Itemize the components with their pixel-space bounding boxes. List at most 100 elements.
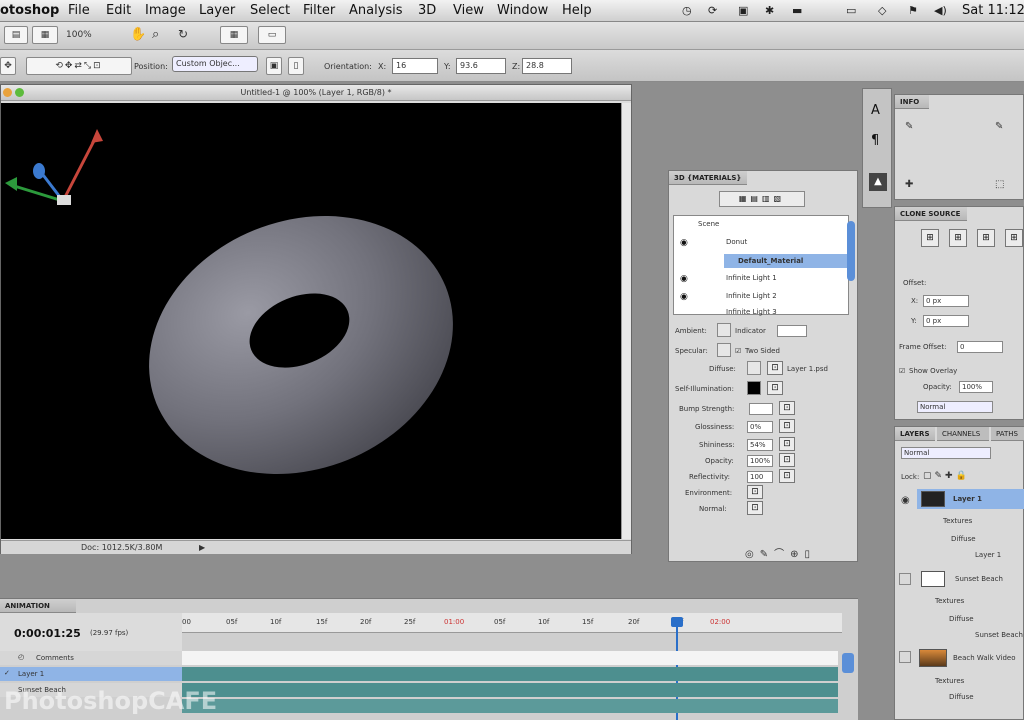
wifi-icon[interactable]: ◇ [878, 4, 886, 17]
menu-select[interactable]: Select [250, 3, 290, 18]
menu-image[interactable]: Image [145, 3, 186, 18]
stopwatch-icon[interactable]: ◴ [18, 653, 24, 661]
diffuse-texture-icon[interactable]: ⊡ [767, 361, 783, 375]
channels-tab[interactable]: CHANNELS [937, 427, 989, 441]
shininess-field[interactable]: 54% [747, 439, 773, 451]
position-select[interactable]: Custom Objec... [172, 56, 258, 72]
time-ruler[interactable]: 00 05f 10f 15f 20f 25f 01:00 05f 10f 15f… [182, 613, 842, 633]
playhead-handle[interactable] [671, 617, 683, 627]
screen-mode-icon[interactable]: ▭ [258, 26, 286, 44]
hand-tool-icon[interactable]: ✋ [130, 27, 146, 42]
lock-buttons[interactable]: ▢✎✚🔒 [923, 471, 970, 481]
tree-donut[interactable]: Donut [726, 238, 747, 246]
opacity-field[interactable]: 100% [747, 455, 773, 467]
ambient-swatch[interactable] [717, 323, 731, 337]
visibility-eye-icon[interactable]: ◉ [901, 495, 910, 506]
tree-default-material[interactable]: Default_Material [724, 254, 848, 268]
battery-icon[interactable]: ▭ [846, 4, 856, 17]
menu-layer[interactable]: Layer [199, 3, 235, 18]
orientation-z-input[interactable]: 28.8 [522, 58, 572, 74]
menu-3d[interactable]: 3D [418, 3, 436, 18]
layer-row-layer-1[interactable]: Layer 1 [917, 489, 1024, 509]
materials-footer-icons[interactable]: ◎✎⌒⊕▯ [745, 545, 855, 560]
clone-source-tab[interactable]: CLONE SOURCE [895, 207, 967, 221]
bump-texture-icon[interactable]: ⊡ [779, 401, 795, 415]
menu-window[interactable]: Window [497, 3, 548, 18]
orientation-y-input[interactable]: 93.6 [456, 58, 506, 74]
document-canvas[interactable] [1, 103, 621, 539]
delete-position-icon[interactable]: ▯ [288, 57, 304, 75]
beach-walk-duration-bar[interactable] [182, 699, 838, 713]
self-illumination-swatch[interactable] [747, 381, 761, 395]
show-overlay-checkbox[interactable]: ☑ [899, 367, 905, 375]
frame-offset-input[interactable]: 0 [957, 341, 1003, 353]
canvas-scrollbar[interactable] [621, 103, 631, 539]
expand-arrow-icon[interactable]: ✓ [4, 669, 10, 677]
zoom-level[interactable]: 100% [66, 30, 92, 40]
clone-source-3-button[interactable]: ⊞ [977, 229, 995, 247]
sync-icon[interactable]: ⟳ [708, 4, 717, 17]
materials-tab[interactable]: 3D {MATERIALS} [669, 171, 747, 185]
volume-icon[interactable]: ◀) [934, 4, 947, 17]
opacity-texture-icon[interactable]: ⊡ [779, 453, 795, 467]
3d-panel-icon[interactable]: ▲ [869, 173, 887, 191]
visibility-eye-icon[interactable]: ◉ [680, 238, 688, 248]
status-arrow-icon[interactable]: ▶ [199, 541, 205, 555]
menu-help[interactable]: Help [562, 3, 592, 18]
app-menu[interactable]: otoshop [0, 3, 59, 18]
tree-light-2[interactable]: Infinite Light 2 [726, 292, 777, 300]
bluetooth-icon[interactable]: ✱ [765, 4, 774, 17]
screen-icon[interactable]: ▣ [738, 4, 748, 17]
comments-lane[interactable] [182, 651, 838, 665]
visibility-eye-icon[interactable]: ◉ [680, 274, 688, 284]
environment-texture-icon[interactable]: ⊡ [747, 485, 763, 499]
clone-source-1-button[interactable]: ⊞ [921, 229, 939, 247]
layer-name[interactable]: Sunset Beach [955, 575, 1003, 583]
info-tab[interactable]: INFO [895, 95, 929, 109]
zoom-tool-icon[interactable]: ⌕ [152, 27, 159, 42]
torus-render[interactable] [1, 103, 621, 539]
layer-row-beach-walk-video[interactable]: Beach Walk Video [917, 647, 1024, 669]
view-extras-icon[interactable]: ▦ [32, 26, 58, 44]
tree-scrollbar[interactable] [847, 221, 855, 281]
flag-icon[interactable]: ⚑ [908, 4, 918, 17]
current-timecode[interactable]: 0:00:01:25 [14, 627, 81, 640]
glossiness-texture-icon[interactable]: ⊡ [779, 419, 795, 433]
orientation-x-input[interactable]: 16 [392, 58, 438, 74]
tree-light-1[interactable]: Infinite Light 1 [726, 274, 777, 282]
rotate-view-icon[interactable]: ↻ [178, 27, 188, 41]
character-panel-icon[interactable]: A [871, 103, 880, 118]
tree-scene[interactable]: Scene [698, 220, 719, 228]
sunset-beach-duration-bar[interactable] [182, 683, 838, 697]
diffuse-swatch[interactable] [747, 361, 761, 375]
timeline-tab[interactable]: ANIMATION (TIMELINE) [0, 599, 76, 624]
layer-1-duration-bar[interactable] [182, 667, 838, 681]
ambient-field[interactable] [777, 325, 807, 337]
visibility-toggle[interactable] [899, 651, 911, 663]
normal-texture-icon[interactable]: ⊡ [747, 501, 763, 515]
layers-tab[interactable]: LAYERS [895, 427, 935, 441]
reflectivity-field[interactable]: 100 [747, 471, 773, 483]
menu-view[interactable]: View [453, 3, 484, 18]
zoom-window-icon[interactable] [15, 88, 24, 97]
layer-name[interactable]: Layer 1 [953, 495, 982, 503]
arrange-docs-icon[interactable]: ▦ [220, 26, 248, 44]
clone-source-2-button[interactable]: ⊞ [949, 229, 967, 247]
menu-edit[interactable]: Edit [106, 3, 131, 18]
filter-buttons[interactable]: ▦▤▥▧ [719, 191, 805, 207]
glossiness-field[interactable]: 0% [747, 421, 773, 433]
document-title[interactable]: Untitled-1 @ 100% (Layer 1, RGB/8) * [1, 85, 631, 101]
time-machine-icon[interactable]: ◷ [682, 4, 692, 17]
3d-object-tools-icon[interactable]: ⟲✥⇄⤡⊡ [26, 57, 132, 75]
menu-file[interactable]: File [68, 3, 90, 18]
overlay-blend-select[interactable]: Normal [917, 401, 993, 413]
overlay-opacity-input[interactable]: 100% [959, 381, 993, 393]
menu-analysis[interactable]: Analysis [349, 3, 403, 18]
layer-blend-select[interactable]: Normal [901, 447, 991, 459]
doc-size[interactable]: Doc: 1012.5K/3.80M [81, 541, 162, 555]
track-layer-1[interactable]: ✓ Layer 1 [0, 667, 182, 681]
timeline-scrollbar[interactable] [842, 653, 854, 673]
menu-filter[interactable]: Filter [303, 3, 335, 18]
menubar-clock[interactable]: Sat 11:12 [962, 3, 1024, 18]
bridge-icon[interactable]: ▤ [4, 26, 28, 44]
